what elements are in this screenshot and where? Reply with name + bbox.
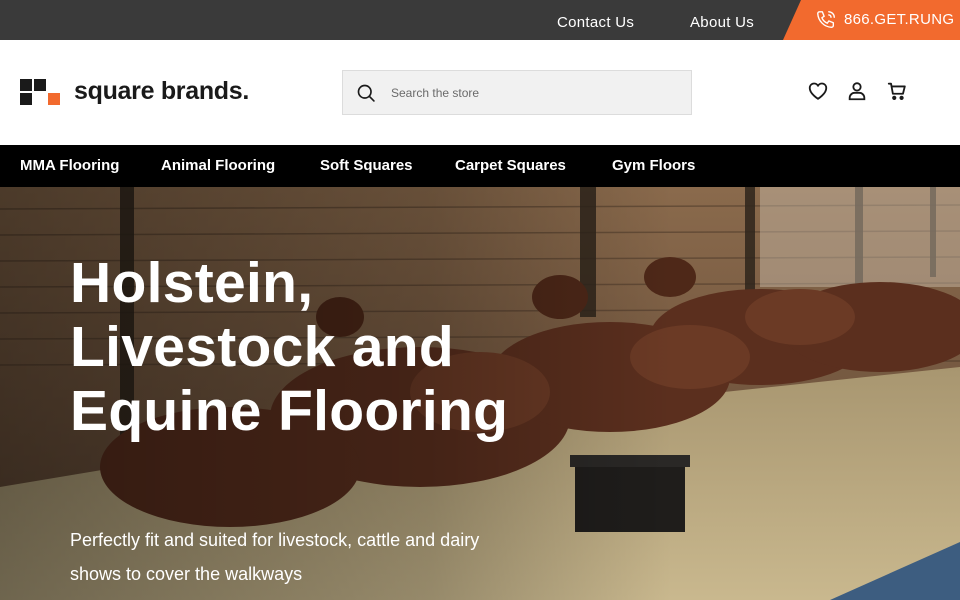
nav-item-soft-squares[interactable]: Soft Squares <box>320 157 413 174</box>
nav-item-carpet-squares[interactable]: Carpet Squares <box>455 157 566 174</box>
search-icon[interactable] <box>356 83 376 103</box>
phone-icon <box>817 11 835 29</box>
about-us-link[interactable]: About Us <box>690 14 754 31</box>
hero-subtitle: Perfectly fit and suited for livestock, … <box>70 530 480 584</box>
main-nav: MMA Flooring Animal Flooring Soft Square… <box>0 145 960 187</box>
phone-number[interactable]: 866.GET.RUNG <box>844 11 954 28</box>
logo-mark <box>20 79 60 105</box>
cart-icon[interactable] <box>886 80 908 102</box>
top-utility-bar: Contact Us About Us 866.GET.RUNG <box>0 0 960 40</box>
user-icon[interactable] <box>846 80 868 102</box>
site-header: square brands. <box>0 40 960 145</box>
contact-us-link[interactable]: Contact Us <box>557 14 634 31</box>
logo[interactable]: square brands. <box>20 77 260 107</box>
search-input[interactable] <box>391 82 681 104</box>
logo-wordmark: square brands. <box>74 77 250 105</box>
nav-item-gym-floors[interactable]: Gym Floors <box>612 157 695 174</box>
search-bar[interactable] <box>342 70 692 115</box>
hero-title: Holstein, Livestock and Equine Flooring <box>70 251 509 443</box>
heart-icon[interactable] <box>807 80 829 102</box>
phone-tab[interactable]: 866.GET.RUNG <box>783 0 960 40</box>
hero-banner[interactable]: Holstein, Livestock and Equine Flooring … <box>0 187 960 600</box>
nav-item-animal-flooring[interactable]: Animal Flooring <box>161 157 275 174</box>
nav-item-mma-flooring[interactable]: MMA Flooring <box>20 157 119 174</box>
